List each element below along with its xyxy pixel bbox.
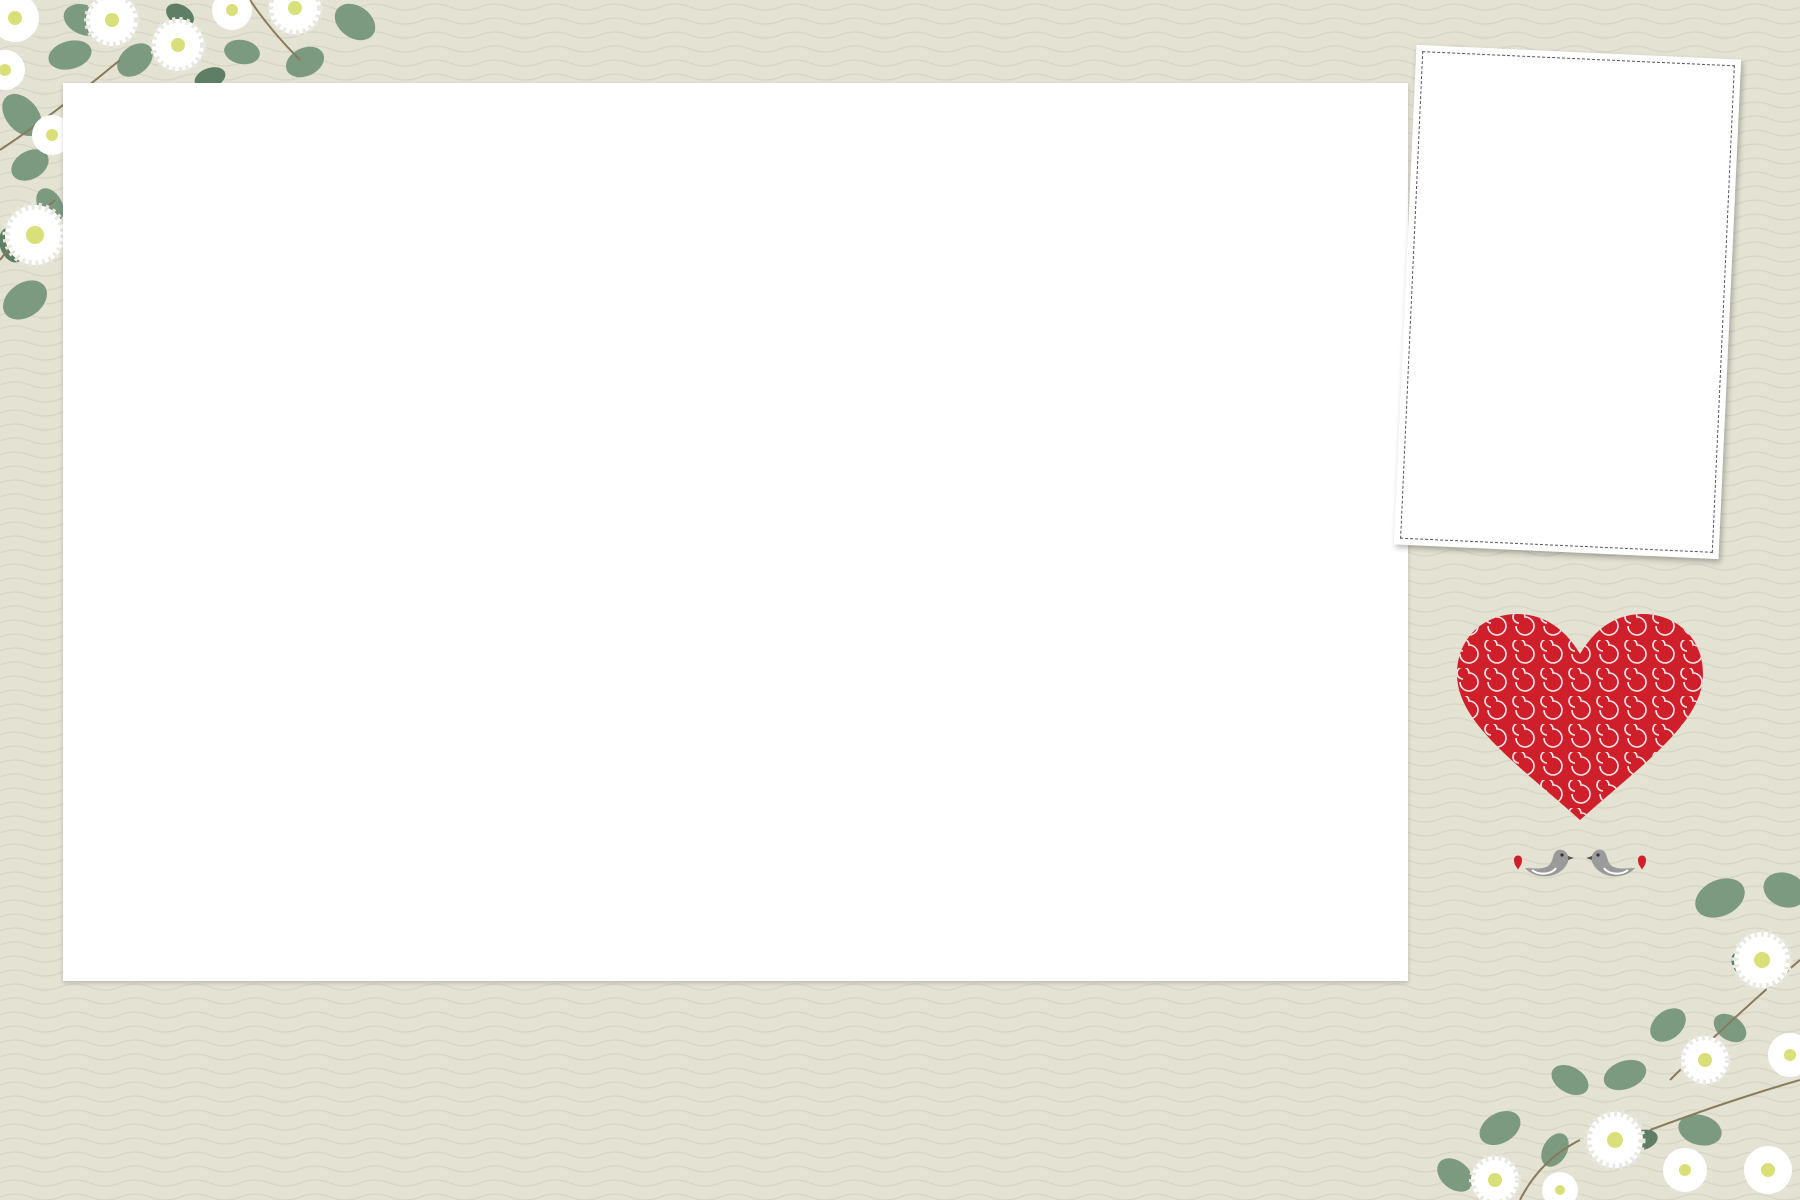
bird-right-icon — [1586, 849, 1635, 877]
card-canvas — [0, 0, 1800, 1200]
love-birds-icon — [1514, 849, 1646, 877]
tilted-photo-placeholder[interactable] — [1393, 44, 1742, 560]
bird-left-icon — [1525, 849, 1574, 877]
small-heart-icon — [1514, 855, 1522, 870]
main-photo-placeholder[interactable] — [63, 83, 1408, 981]
swirl-heart-icon — [1457, 614, 1703, 820]
small-heart-icon — [1638, 855, 1646, 870]
floral-corner-bottom-right — [1437, 872, 1800, 1200]
stitched-border — [1400, 51, 1735, 553]
